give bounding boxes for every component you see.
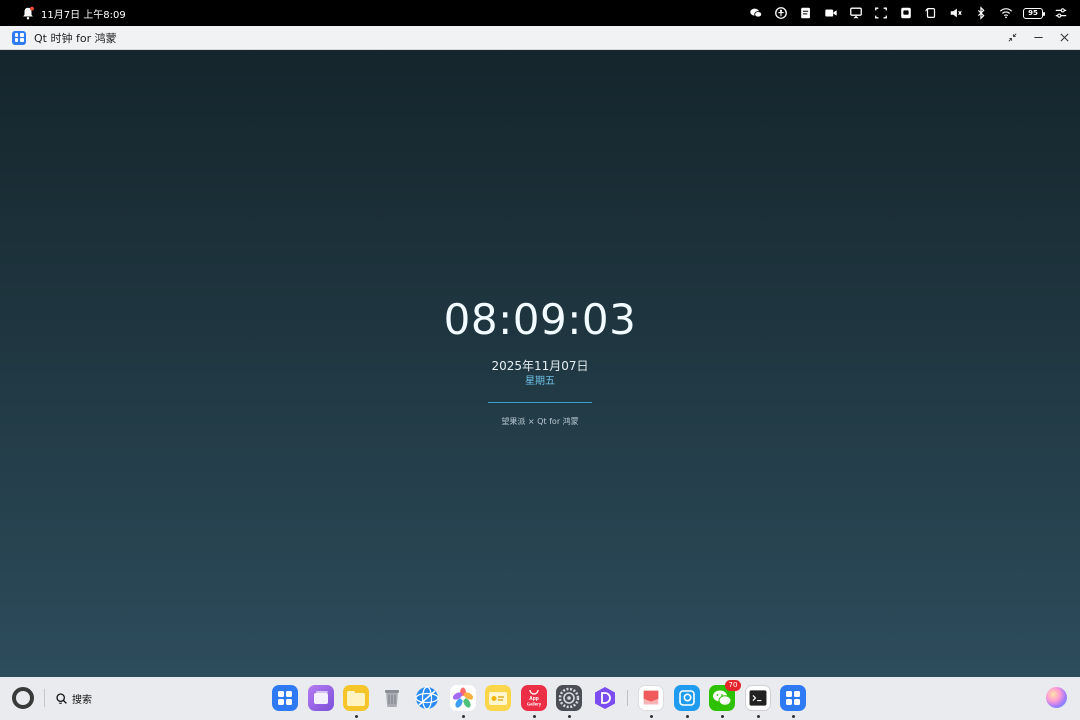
clock-app-area: 08:09:03 2025年11月07日 星期五 望果派 × Qt for 鸿蒙 — [0, 50, 1080, 677]
memo-app[interactable] — [485, 685, 511, 711]
search-icon — [56, 692, 67, 704]
trash-icon — [379, 685, 405, 711]
search-label: 搜索 — [72, 694, 92, 706]
bluetooth-icon[interactable] — [973, 6, 988, 21]
settings-gear-icon — [556, 685, 582, 711]
dock-divider — [44, 689, 45, 707]
running-indicator — [532, 715, 536, 718]
battery-icon[interactable]: 95 — [1023, 7, 1045, 19]
multi-window-icon — [307, 685, 334, 711]
clock-divider — [488, 402, 592, 403]
running-indicator — [650, 715, 653, 718]
window-controls — [1006, 32, 1070, 44]
files-app[interactable] — [343, 685, 369, 718]
bell-alert-icon[interactable] — [20, 6, 35, 21]
devtools-icon — [592, 685, 618, 711]
notes-app[interactable] — [638, 685, 664, 718]
wifi-icon[interactable] — [998, 6, 1013, 21]
wechat-badge: 70 — [725, 680, 741, 691]
status-right: 95 — [748, 6, 1068, 21]
wechat-app[interactable]: 70 — [709, 680, 741, 718]
assistant-orb-icon[interactable] — [1046, 687, 1067, 708]
app-gallery-icon: App Gallery — [520, 685, 547, 711]
restore-icon[interactable] — [1006, 32, 1018, 44]
app-center-icon — [272, 685, 298, 711]
browser-app[interactable] — [414, 685, 440, 711]
terminal-app[interactable] — [744, 685, 771, 718]
dock: 搜索 App Gallery 70 — [0, 677, 1080, 720]
app-gallery-app[interactable]: App Gallery — [520, 685, 547, 718]
running-indicator — [721, 715, 724, 718]
memo-icon — [485, 685, 511, 711]
gallery-flower-icon — [449, 685, 476, 711]
app-center-app[interactable] — [272, 685, 298, 711]
controls-icon[interactable] — [1053, 6, 1068, 21]
search-button[interactable]: 搜索 — [55, 691, 92, 706]
clock-date: 2025年11月07日 — [491, 359, 589, 373]
terminal-icon — [744, 685, 771, 711]
assistant-ring-icon[interactable] — [12, 687, 34, 709]
rotation-icon[interactable] — [923, 6, 938, 21]
running-indicator — [756, 715, 760, 718]
video-icon[interactable] — [823, 6, 838, 21]
notes-red-icon — [638, 685, 664, 711]
status-bar: 11月7日 上午8:09 95 — [0, 0, 1080, 26]
accessibility-icon[interactable] — [773, 6, 788, 21]
running-indicator — [685, 715, 689, 718]
devtools-app[interactable] — [592, 685, 618, 711]
dock-apps: App Gallery 70 — [272, 680, 816, 718]
status-datetime[interactable]: 11月7日 上午8:09 — [41, 6, 126, 21]
notes-icon[interactable] — [798, 6, 813, 21]
clock-display: 08:09:03 2025年11月07日 星期五 望果派 × Qt for 鸿蒙 — [0, 294, 1080, 428]
close-icon[interactable] — [1058, 32, 1070, 44]
window-title-bar[interactable]: Qt 时钟 for 鸿蒙 — [0, 26, 1080, 50]
app-grid-icon — [12, 30, 26, 45]
folder-icon — [343, 685, 369, 711]
status-left: 11月7日 上午8:09 — [20, 6, 126, 21]
screen-cast-icon[interactable] — [848, 6, 863, 21]
tablet-icon[interactable] — [898, 6, 913, 21]
screenshot-icon[interactable] — [873, 6, 888, 21]
multi-window-app[interactable] — [307, 685, 334, 711]
running-indicator — [355, 715, 358, 718]
window-title: Qt 时钟 for 鸿蒙 — [34, 31, 117, 45]
file-manager-icon — [673, 685, 700, 711]
browser-icon — [414, 685, 440, 711]
app-grid-icon — [780, 685, 806, 711]
running-indicator — [792, 715, 795, 718]
clock-credit: 望果派 × Qt for 鸿蒙 — [501, 417, 579, 426]
clock-time: 08:09:03 — [443, 295, 637, 344]
svg-text:Gallery: Gallery — [526, 702, 541, 707]
dock-divider — [627, 690, 628, 706]
minimize-icon[interactable] — [1032, 32, 1044, 44]
qt-clock-app[interactable] — [780, 685, 806, 718]
settings-app[interactable] — [556, 685, 582, 718]
trash-app[interactable] — [379, 685, 405, 711]
clock-weekday: 星期五 — [525, 376, 555, 387]
filemanager-app[interactable] — [673, 685, 700, 718]
running-indicator — [461, 715, 465, 718]
running-indicator — [568, 715, 571, 718]
dock-left: 搜索 — [12, 687, 92, 709]
gallery-app[interactable] — [449, 685, 476, 718]
wechat-icon[interactable] — [748, 6, 763, 21]
mute-icon[interactable] — [948, 6, 963, 21]
